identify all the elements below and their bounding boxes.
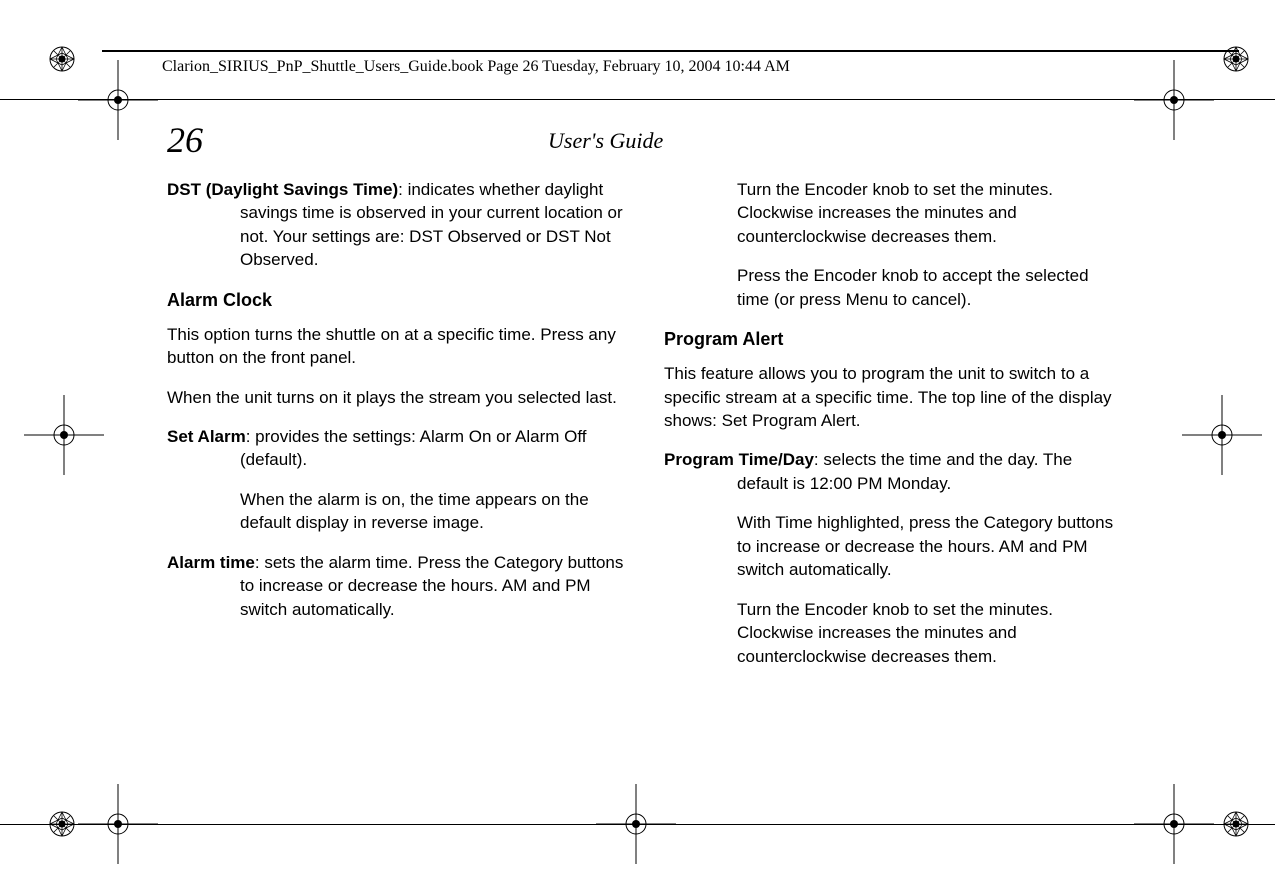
crosshair-mark-icon — [1182, 395, 1262, 475]
text-columns: DST (Daylight Savings Time): indicates w… — [167, 178, 1125, 684]
alarm-time-entry: Alarm time: sets the alarm time. Press t… — [167, 551, 628, 621]
program-alert-p1: This feature allows you to program the u… — [664, 362, 1125, 432]
registration-mark-icon — [45, 42, 79, 76]
alarm-time-cont-2: Press the Encoder knob to accept the sel… — [664, 264, 1125, 311]
crosshair-mark-icon — [78, 784, 158, 864]
page-number: 26 — [167, 119, 203, 161]
registration-mark-icon — [1219, 42, 1253, 76]
dst-term: DST (Daylight Savings Time) — [167, 180, 398, 199]
crosshair-mark-icon — [596, 784, 676, 864]
alarm-clock-p1: This option turns the shuttle on at a sp… — [167, 323, 628, 370]
set-alarm-entry: Set Alarm: provides the settings: Alarm … — [167, 425, 628, 472]
alarm-clock-heading: Alarm Clock — [167, 288, 628, 313]
book-header-line: Clarion_SIRIUS_PnP_Shuttle_Users_Guide.b… — [162, 58, 790, 76]
right-column: Turn the Encoder knob to set the minutes… — [664, 178, 1125, 684]
set-alarm-sub: When the alarm is on, the time appears o… — [167, 488, 628, 535]
ptd-sub1: With Time highlighted, press the Categor… — [664, 511, 1125, 581]
crosshair-mark-icon — [24, 395, 104, 475]
ptd-sub2: Turn the Encoder knob to set the minutes… — [664, 598, 1125, 668]
crosshair-mark-icon — [78, 60, 158, 140]
registration-mark-icon — [1219, 807, 1253, 841]
registration-mark-icon — [45, 807, 79, 841]
alarm-time-desc: : sets the alarm time. Press the Categor… — [240, 553, 623, 619]
content-rule-top — [0, 99, 1275, 100]
alarm-time-cont-1: Turn the Encoder knob to set the minutes… — [664, 178, 1125, 248]
set-alarm-desc: : provides the settings: Alarm On or Ala… — [240, 427, 587, 469]
alarm-time-term: Alarm time — [167, 553, 255, 572]
program-time-day-entry: Program Time/Day: selects the time and t… — [664, 448, 1125, 495]
left-column: DST (Daylight Savings Time): indicates w… — [167, 178, 628, 684]
running-head: User's Guide — [548, 128, 663, 154]
program-alert-heading: Program Alert — [664, 327, 1125, 352]
alarm-clock-p2: When the unit turns on it plays the stre… — [167, 386, 628, 409]
set-alarm-term: Set Alarm — [167, 427, 246, 446]
top-rule — [102, 50, 1239, 52]
crosshair-mark-icon — [1134, 60, 1214, 140]
crosshair-mark-icon — [1134, 784, 1214, 864]
dst-entry: DST (Daylight Savings Time): indicates w… — [167, 178, 628, 272]
ptd-term: Program Time/Day — [664, 450, 814, 469]
